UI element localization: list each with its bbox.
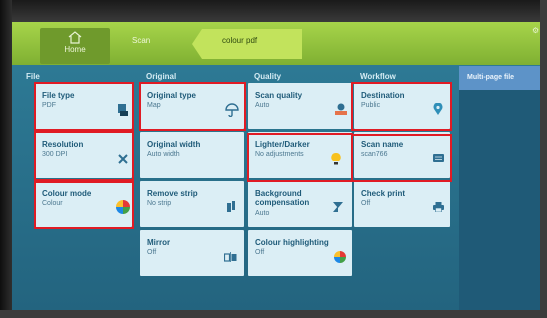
tile-title: Remove strip (147, 189, 198, 198)
column-header-workflow: Workflow (360, 72, 396, 81)
colour-highlight-icon (334, 251, 346, 263)
column-header-file: File (26, 72, 40, 81)
home-icon (68, 31, 82, 44)
tile-title: Mirror (147, 238, 171, 247)
tile-mirror[interactable]: Mirror Off (140, 230, 244, 276)
side-panel: Multi-page file (459, 66, 540, 310)
highlight-box-lighter-darker (247, 133, 353, 182)
mirror-icon (224, 252, 237, 262)
highlight-box-colour-mode (34, 181, 134, 229)
printer-icon (433, 202, 444, 212)
tile-original-width[interactable]: Original width Auto width (140, 132, 244, 178)
home-label: Home (64, 45, 86, 54)
tile-scan-quality[interactable]: Scan quality Auto (248, 83, 352, 129)
tile-value: Off (361, 200, 371, 207)
highlight-box-destination (351, 82, 452, 131)
tile-value: Off (147, 249, 157, 256)
highlight-box-file-type (34, 82, 134, 131)
monitor-bezel-bottom (0, 310, 547, 318)
home-button[interactable]: Home (40, 28, 110, 64)
tile-value: Auto (255, 210, 270, 217)
scanner-screen: Home Scan colour pdf ⚙ File Original Qua… (12, 22, 540, 310)
tile-check-print[interactable]: Check print Off (354, 181, 450, 227)
tile-title: Scan quality (255, 91, 303, 100)
top-bar: Home Scan colour pdf ⚙ (12, 22, 540, 65)
highlight-box-scan-name (351, 134, 452, 182)
highlight-box-resolution (34, 131, 134, 181)
strip-icon (227, 201, 235, 212)
monitor-bezel-left (0, 0, 12, 318)
tile-title: Colour highlighting (255, 238, 329, 247)
tile-title: Original width (147, 140, 201, 149)
tile-value: Auto (255, 102, 270, 109)
tile-value: Auto width (147, 151, 180, 158)
tile-title: Background (255, 189, 302, 198)
multi-page-file-label: Multi-page file (467, 74, 515, 81)
monitor-bezel-top (0, 0, 547, 22)
highlight-box-original-type (139, 82, 246, 131)
compensation-icon (333, 202, 343, 212)
column-header-original: Original (146, 72, 177, 81)
tile-title-line-2: compensation (255, 198, 310, 207)
monitor-bezel-right (540, 0, 547, 318)
tile-remove-strip[interactable]: Remove strip No strip (140, 181, 244, 227)
tile-value: Off (255, 249, 265, 256)
settings-icon[interactable]: ⚙ (532, 26, 539, 35)
tile-value: No strip (147, 200, 172, 207)
tile-colour-highlighting[interactable]: Colour highlighting Off (248, 230, 352, 276)
breadcrumb-current-label: colour pdf (222, 36, 258, 45)
tile-title: Check print (361, 189, 406, 198)
breadcrumb-scan[interactable]: Scan (132, 36, 150, 45)
column-header-quality: Quality (254, 72, 282, 81)
tile-background-compensation[interactable]: Background compensation Auto (248, 181, 352, 227)
scan-quality-icon (335, 103, 347, 115)
